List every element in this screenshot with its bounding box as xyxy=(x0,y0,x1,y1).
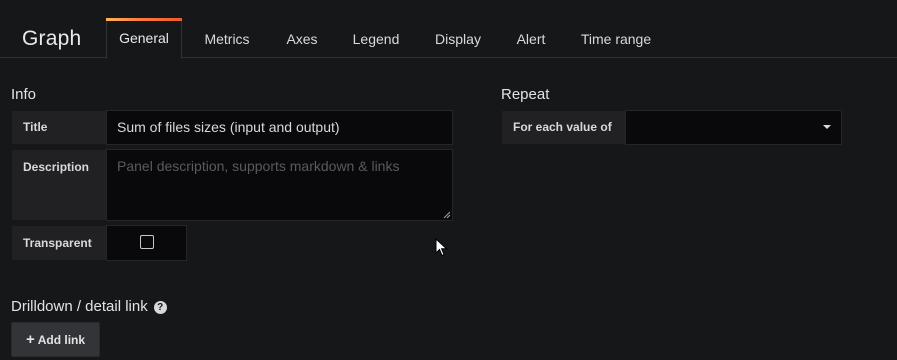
panel-type-title: Graph xyxy=(22,27,82,50)
title-label: Title xyxy=(11,110,107,145)
tab-time-range[interactable]: Time range xyxy=(576,18,656,59)
tab-label: Axes xyxy=(286,30,318,47)
resize-grip-icon[interactable] xyxy=(443,211,451,219)
transparent-label: Transparent xyxy=(11,225,107,261)
tab-label: Display xyxy=(435,30,481,47)
tab-label: Metrics xyxy=(204,30,250,47)
tab-label: Alert xyxy=(516,30,546,47)
repeat-variable-select[interactable] xyxy=(625,110,842,145)
tab-label: Legend xyxy=(352,30,400,47)
tab-display[interactable]: Display xyxy=(427,18,489,59)
description-textarea[interactable]: Panel description, supports markdown & l… xyxy=(106,149,453,221)
tab-legend[interactable]: Legend xyxy=(346,18,406,59)
tab-axes[interactable]: Axes xyxy=(276,18,328,59)
drilldown-heading-text: Drilldown / detail link xyxy=(11,298,148,315)
mouse-cursor-icon xyxy=(435,238,448,257)
tab-label: General xyxy=(119,30,169,46)
description-placeholder: Panel description, supports markdown & l… xyxy=(117,158,400,174)
panel-editor-header: Graph General Metrics Axes Legend Displa… xyxy=(0,0,897,59)
transparent-checkbox[interactable] xyxy=(140,235,154,249)
add-link-label: Add link xyxy=(37,332,86,347)
question-circle-icon[interactable]: ? xyxy=(153,301,167,314)
caret-down-icon xyxy=(823,125,831,129)
transparent-checkbox-cell[interactable] xyxy=(106,225,187,261)
tab-general[interactable]: General xyxy=(106,18,182,59)
tab-label: Time range xyxy=(580,30,652,47)
tab-metrics[interactable]: Metrics xyxy=(194,18,260,59)
description-label: Description xyxy=(11,149,107,221)
for-each-value-label: For each value of xyxy=(501,110,626,145)
repeat-heading: Repeat xyxy=(501,86,550,103)
tab-alert[interactable]: Alert xyxy=(509,18,553,59)
drilldown-heading: Drilldown / detail link? xyxy=(11,298,167,315)
add-link-button[interactable]: + Add link xyxy=(11,322,100,357)
title-input[interactable]: Sum of files sizes (input and output) xyxy=(106,110,453,145)
plus-icon: + xyxy=(25,331,35,348)
info-heading: Info xyxy=(11,86,37,103)
